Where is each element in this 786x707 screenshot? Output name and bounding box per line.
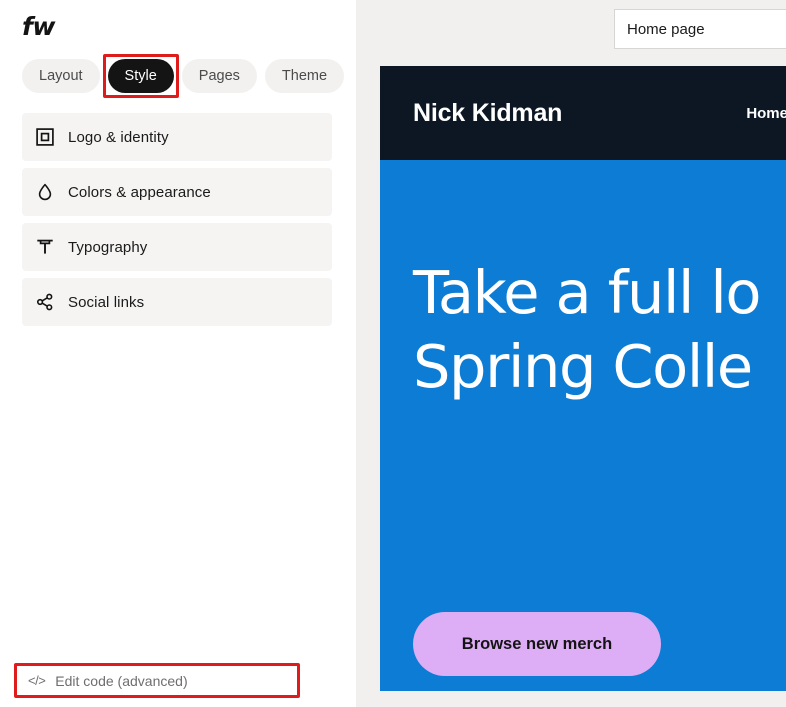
edit-code-button[interactable]: </> Edit code (advanced) — [14, 663, 300, 698]
tab-wrap-pages: Pages — [181, 59, 257, 93]
text-type-icon — [34, 236, 56, 258]
page-selector-value: Home page — [627, 20, 705, 38]
menu-item-social-links[interactable]: Social links — [22, 278, 332, 326]
tab-pages[interactable]: Pages — [181, 59, 257, 93]
hero-heading: Take a full lo Spring Colle — [413, 256, 761, 405]
menu-item-label: Social links — [68, 293, 145, 311]
hero-cta-button[interactable]: Browse new merch — [413, 612, 661, 676]
menu-item-label: Logo & identity — [68, 128, 169, 146]
tab-wrap-style: Style — [102, 54, 180, 98]
page-selector[interactable]: Home page — [614, 9, 786, 49]
menu-item-label: Colors & appearance — [68, 183, 211, 201]
hero-heading-line-1: Take a full lo — [413, 258, 761, 327]
tab-wrap-layout: Layout — [22, 59, 100, 93]
preview-panel: Home page Nick Kidman Home Take a full l… — [356, 0, 786, 707]
menu-item-colors-appearance[interactable]: Colors & appearance — [22, 168, 332, 216]
sidebar: fw Layout Style Pages Theme Logo & ident… — [0, 0, 356, 707]
tab-wrap-theme: Theme — [264, 59, 345, 93]
code-brackets-icon: </> — [28, 673, 46, 688]
app-logo: fw — [22, 12, 55, 41]
menu-item-typography[interactable]: Typography — [22, 223, 332, 271]
site-preview-canvas: Nick Kidman Home Take a full lo Spring C… — [380, 66, 786, 691]
edit-code-highlight: </> Edit code (advanced) — [14, 663, 300, 698]
tab-style[interactable]: Style — [107, 59, 174, 93]
sidebar-tabs: Layout Style Pages Theme — [22, 54, 345, 98]
app-root: fw Layout Style Pages Theme Logo & ident… — [0, 0, 786, 707]
site-title: Nick Kidman — [413, 98, 563, 127]
droplet-icon — [34, 181, 56, 203]
site-nav-link-home[interactable]: Home — [746, 105, 786, 122]
share-nodes-icon — [34, 291, 56, 313]
tab-theme[interactable]: Theme — [264, 59, 345, 93]
square-outline-icon — [34, 126, 56, 148]
menu-item-label: Typography — [68, 238, 148, 256]
menu-item-logo-identity[interactable]: Logo & identity — [22, 113, 332, 161]
site-hero: Take a full lo Spring Colle Browse new m… — [380, 160, 786, 691]
hero-heading-line-2: Spring Colle — [413, 332, 753, 402]
edit-code-label: Edit code (advanced) — [55, 672, 188, 689]
site-navbar: Nick Kidman Home — [380, 66, 786, 160]
site-nav-links: Home — [746, 105, 786, 122]
tab-layout[interactable]: Layout — [22, 59, 100, 93]
style-menu-list: Logo & identity Colors & appearance Typo… — [22, 113, 332, 326]
